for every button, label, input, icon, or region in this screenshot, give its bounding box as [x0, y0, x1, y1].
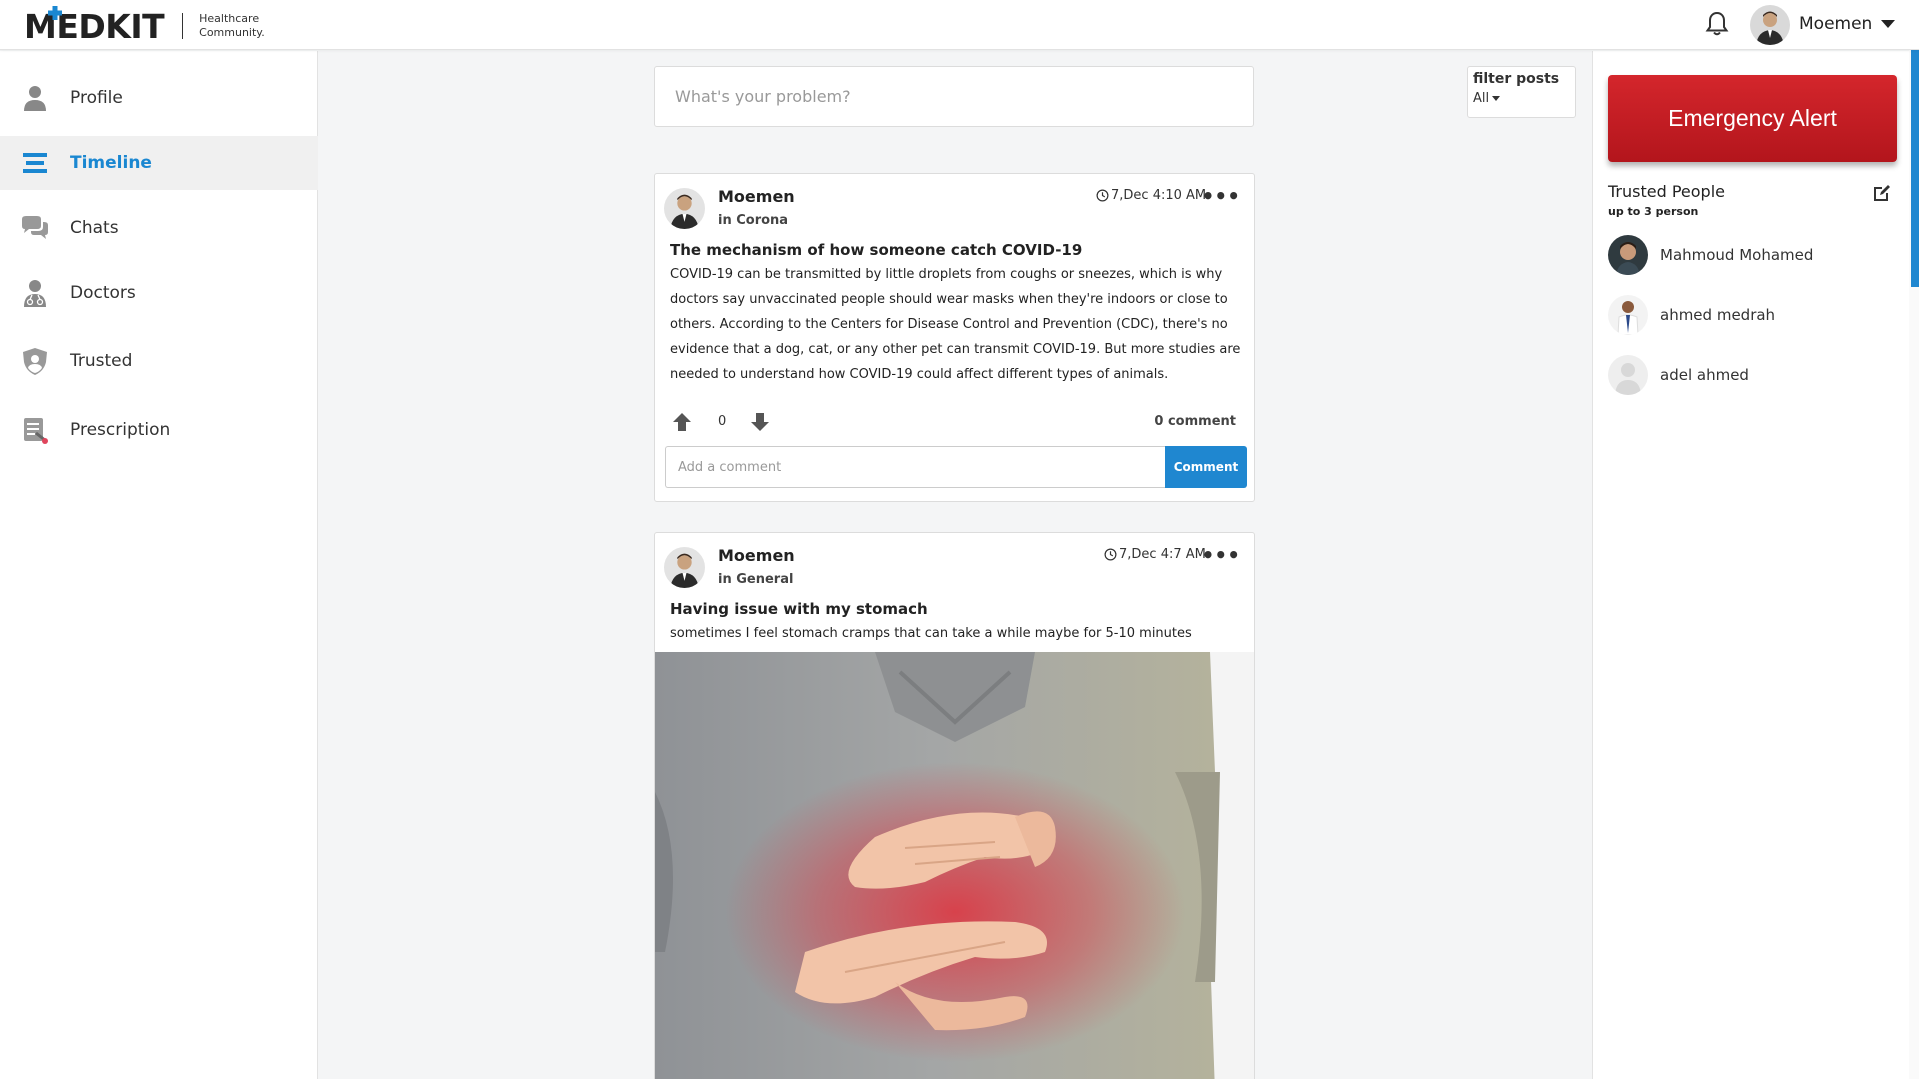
sidebar-item-chats[interactable]: Chats — [0, 201, 318, 255]
prescription-icon — [24, 418, 48, 444]
logo-divider — [182, 13, 184, 39]
trusted-person-name: ahmed medrah — [1660, 306, 1776, 324]
timeline-icon — [23, 153, 47, 173]
filter-select[interactable]: All — [1473, 91, 1570, 106]
post-composer-input[interactable] — [654, 66, 1254, 127]
trusted-person-name: adel ahmed — [1660, 366, 1749, 384]
sidebar-item-label: Prescription — [70, 420, 171, 440]
vote-count: 0 — [718, 414, 727, 429]
trusted-person-name: Mahmoud Mohamed — [1660, 246, 1814, 264]
trusted-person[interactable]: adel ahmed — [1608, 354, 1898, 396]
trusted-person-avatar — [1608, 355, 1648, 395]
bell-icon[interactable] — [1705, 11, 1729, 37]
downvote-arrow-icon[interactable] — [749, 411, 771, 433]
more-options-icon[interactable]: ••• — [1202, 545, 1240, 565]
default-avatar-icon — [1608, 355, 1648, 395]
brand-name: MEDKIT — [24, 5, 165, 46]
sidebar-item-trusted[interactable]: Trusted — [0, 334, 318, 388]
sidebar-item-label: Timeline — [70, 153, 152, 173]
post-card: Moemen in General 7,Dec 4:7 AM ••• Havin… — [654, 532, 1255, 1079]
post-category[interactable]: in General — [718, 572, 793, 587]
emergency-alert-button[interactable]: Emergency Alert — [1608, 75, 1897, 162]
trusted-person[interactable]: Mahmoud Mohamed — [1608, 234, 1898, 276]
top-bar: MEDKIT Healthcare Community. Moemen — [0, 0, 1919, 50]
sidebar-item-doctors[interactable]: Doctors — [0, 266, 318, 320]
sidebar-item-timeline[interactable]: Timeline — [0, 136, 318, 190]
tagline-line-2: Community. — [199, 26, 265, 39]
post-category[interactable]: in Corona — [718, 213, 788, 228]
tagline-line-1: Healthcare — [199, 12, 260, 25]
chevron-down-icon — [1492, 96, 1501, 101]
filter-value: All — [1473, 91, 1490, 106]
filter-posts: filter posts All — [1467, 66, 1576, 118]
trusted-person[interactable]: ahmed medrah — [1608, 294, 1898, 336]
brand-logo[interactable]: MEDKIT Healthcare Community. — [24, 5, 265, 46]
sidebar-item-label: Chats — [70, 218, 119, 238]
post-title: The mechanism of how someone catch COVID… — [670, 241, 1083, 259]
avatar-photo-icon — [1608, 295, 1648, 335]
post-time-text: 7,Dec 4:10 AM — [1111, 188, 1207, 203]
sidebar: Profile Timeline Chats Doctors Trusted P… — [0, 51, 318, 1079]
more-options-icon[interactable]: ••• — [1202, 186, 1240, 206]
avatar-photo-icon — [1750, 5, 1790, 45]
clock-icon — [1104, 548, 1117, 561]
brand-tagline: Healthcare Community. — [199, 12, 265, 40]
shield-icon — [23, 348, 47, 375]
post-body: sometimes I feel stomach cramps that can… — [670, 626, 1192, 641]
post-timestamp: 7,Dec 4:10 AM — [1096, 188, 1206, 203]
comment-button[interactable]: Comment — [1165, 446, 1247, 488]
post-author[interactable]: Moemen — [718, 187, 795, 206]
stomach-pain-image — [655, 652, 1254, 1079]
chevron-down-icon[interactable] — [1881, 20, 1895, 28]
post-title: Having issue with my stomach — [670, 600, 928, 618]
person-icon — [24, 86, 46, 111]
chat-icon — [22, 216, 48, 239]
user-avatar[interactable] — [1750, 5, 1790, 45]
trusted-people-subtitle: up to 3 person — [1608, 205, 1699, 218]
doctor-icon — [24, 280, 46, 307]
post-timestamp: 7,Dec 4:7 AM — [1104, 547, 1206, 562]
sidebar-item-label: Doctors — [70, 283, 136, 303]
comment-input[interactable] — [665, 446, 1165, 488]
post-author[interactable]: Moemen — [718, 546, 795, 565]
trusted-people-title: Trusted People — [1608, 182, 1725, 201]
sidebar-item-label: Trusted — [70, 351, 133, 371]
post-time-text: 7,Dec 4:7 AM — [1119, 547, 1206, 562]
post-body: COVID-19 can be transmitted by little dr… — [670, 267, 1241, 382]
trusted-person-avatar — [1608, 235, 1648, 275]
post-author-avatar[interactable] — [664, 547, 705, 588]
avatar-photo-icon — [1608, 235, 1648, 275]
edit-icon[interactable] — [1872, 183, 1892, 203]
comment-form: Comment — [665, 446, 1247, 488]
sidebar-item-profile[interactable]: Profile — [0, 71, 318, 125]
clock-icon — [1096, 189, 1109, 202]
sidebar-item-label: Profile — [70, 88, 123, 108]
post-card: Moemen in Corona 7,Dec 4:10 AM ••• The m… — [654, 173, 1255, 502]
right-panel: Emergency Alert Trusted People up to 3 p… — [1592, 51, 1919, 1079]
medical-cross-icon — [48, 5, 62, 20]
sidebar-item-prescription[interactable]: Prescription — [0, 403, 318, 457]
post-author-avatar[interactable] — [664, 188, 705, 229]
avatar-photo-icon — [664, 188, 705, 229]
username-label[interactable]: Moemen — [1799, 14, 1872, 34]
trusted-person-avatar — [1608, 295, 1648, 335]
avatar-photo-icon — [664, 547, 705, 588]
upvote-arrow-icon[interactable] — [671, 411, 693, 433]
comment-count[interactable]: 0 comment — [1154, 414, 1236, 429]
filter-label: filter posts — [1473, 71, 1560, 87]
